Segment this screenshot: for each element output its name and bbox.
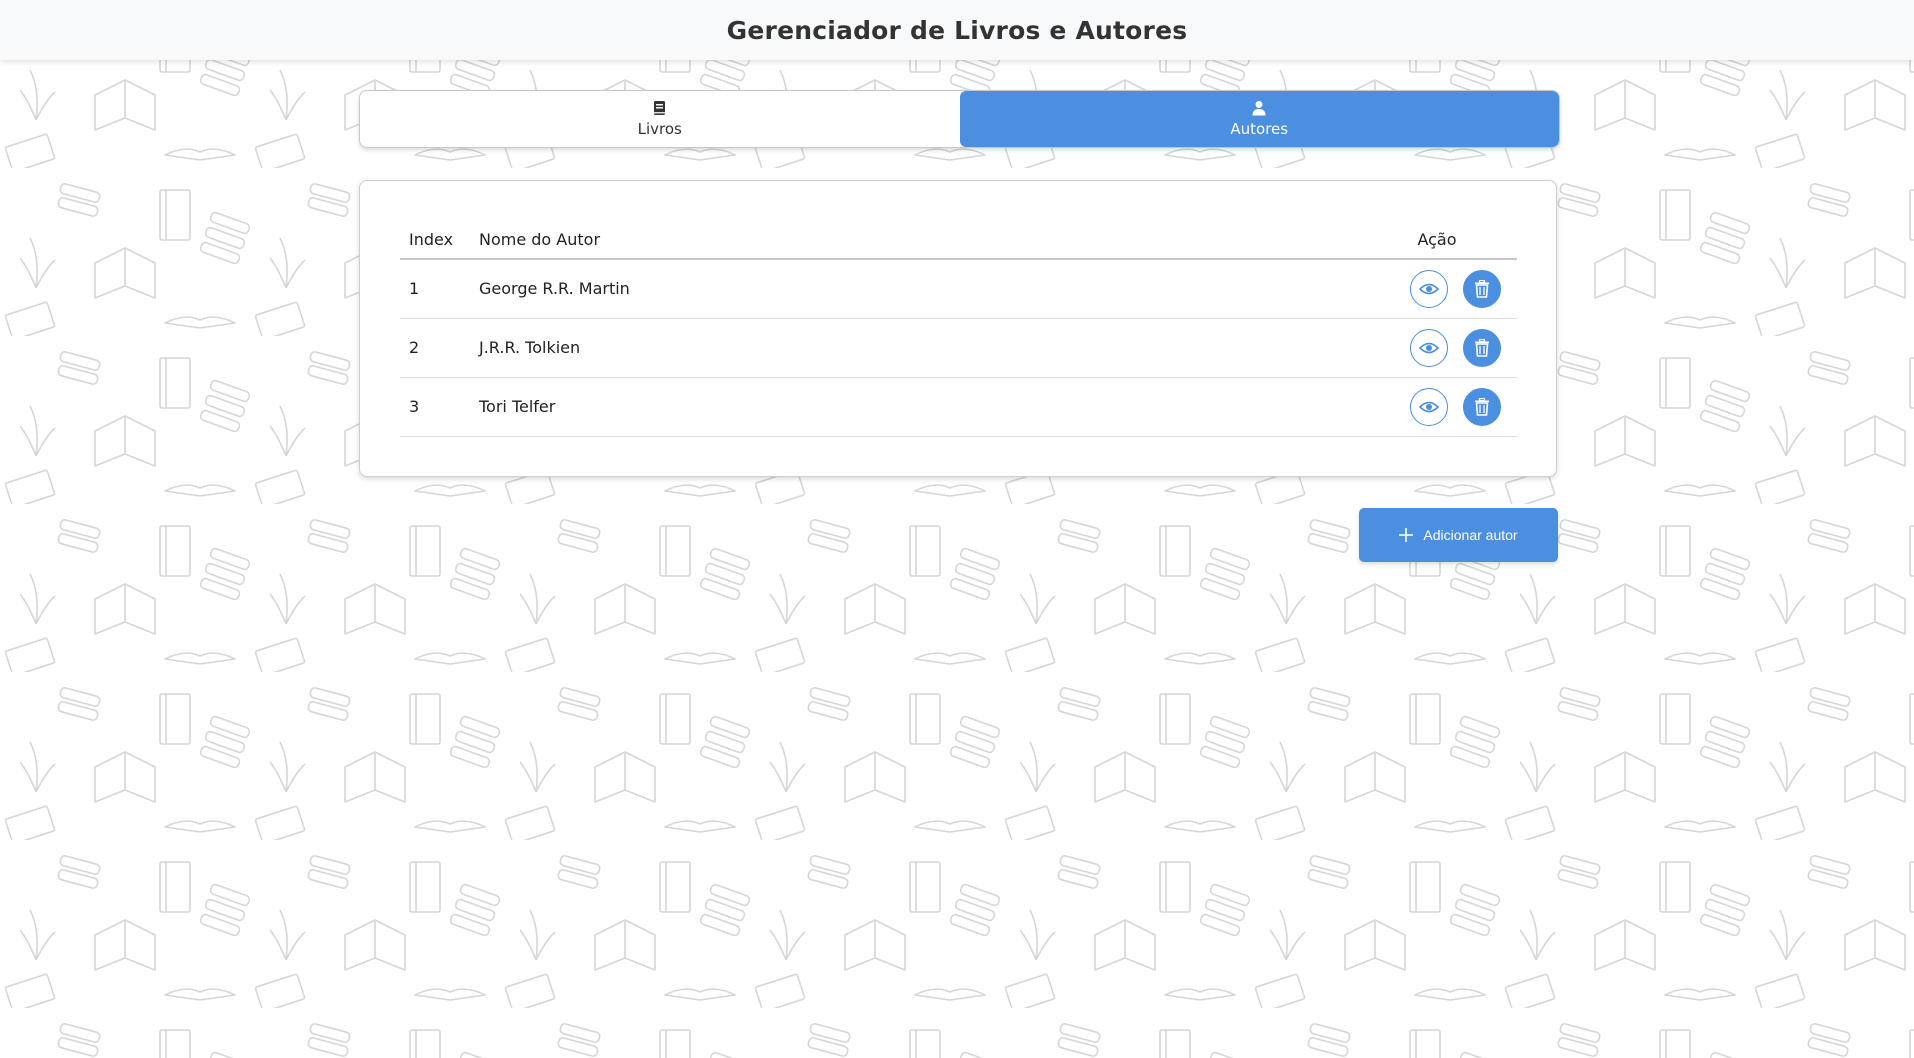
- user-icon: [1252, 100, 1266, 116]
- column-header-index: Index: [400, 221, 470, 260]
- row-index: 3: [400, 377, 470, 437]
- page-title: Gerenciador de Livros e Autores: [726, 15, 1188, 45]
- tab-autores[interactable]: Autores: [959, 91, 1559, 147]
- delete-author-button[interactable]: [1463, 269, 1501, 308]
- row-index: 2: [400, 318, 470, 378]
- book-icon: [653, 100, 666, 116]
- tab-livros-label: Livros: [637, 120, 682, 138]
- table-row: 3 Tori Telfer: [400, 377, 1517, 437]
- view-author-button[interactable]: [1409, 269, 1448, 308]
- author-name: Tori Telfer: [470, 377, 1357, 437]
- author-name: J.R.R. Tolkien: [470, 318, 1357, 378]
- row-index: 1: [400, 259, 470, 319]
- view-author-button[interactable]: [1409, 387, 1448, 426]
- table-row: 1 George R.R. Martin: [400, 259, 1517, 319]
- add-author-button[interactable]: Adicionar autor: [1359, 508, 1558, 562]
- trash-icon: [1475, 338, 1489, 357]
- row-actions: [1357, 377, 1517, 437]
- tab-autores-label: Autores: [1230, 120, 1289, 138]
- background-pattern: [0, 0, 1914, 1058]
- row-actions: [1357, 259, 1517, 319]
- trash-icon: [1475, 397, 1489, 416]
- row-actions: [1357, 318, 1517, 378]
- tab-livros[interactable]: Livros: [360, 91, 960, 147]
- authors-card: Index Nome do Autor Ação 1 George R.R. M…: [359, 180, 1557, 477]
- column-header-name: Nome do Autor: [470, 221, 1357, 260]
- eye-icon: [1418, 283, 1439, 295]
- author-name: George R.R. Martin: [470, 259, 1357, 319]
- authors-table: Index Nome do Autor Ação 1 George R.R. M…: [400, 221, 1517, 437]
- eye-icon: [1418, 342, 1439, 353]
- delete-author-button[interactable]: [1463, 387, 1501, 426]
- trash-icon: [1475, 279, 1489, 298]
- view-author-button[interactable]: [1409, 328, 1448, 367]
- app-header: Gerenciador de Livros e Autores: [0, 0, 1914, 60]
- delete-author-button[interactable]: [1463, 328, 1501, 367]
- plus-icon: [1399, 528, 1414, 542]
- add-author-label: Adicionar autor: [1423, 527, 1518, 543]
- tab-bar: Livros Autores: [359, 90, 1560, 148]
- eye-icon: [1418, 401, 1439, 412]
- table-row: 2 J.R.R. Tolkien: [400, 318, 1517, 378]
- table-header-row: Index Nome do Autor Ação: [400, 221, 1517, 260]
- column-header-action: Ação: [1357, 221, 1517, 260]
